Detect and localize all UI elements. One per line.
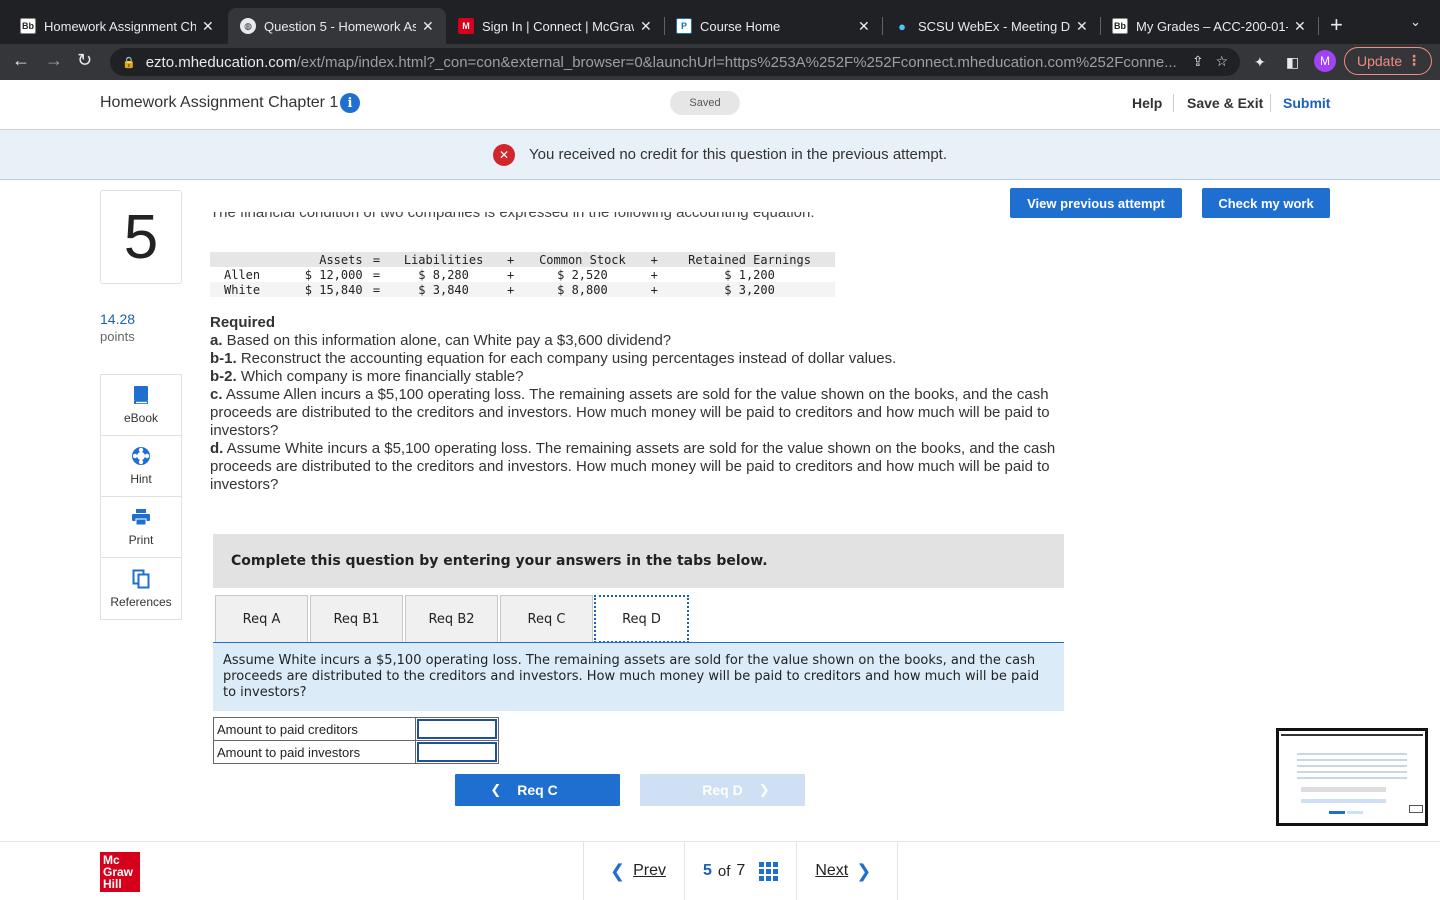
- question-intro-cutoff: The financial condition of two companies…: [210, 212, 815, 221]
- no-credit-banner: ✕ You received no credit for this questi…: [0, 130, 1440, 180]
- references-button[interactable]: References: [101, 558, 181, 619]
- kebab-menu-icon: ⋮: [1407, 52, 1421, 68]
- close-icon[interactable]: ✕: [640, 18, 652, 35]
- chevron-right-icon: ❯: [856, 860, 872, 881]
- table-row: Allen $ 12,000 = $ 8,280 + $ 2,520 + $ 1…: [224, 267, 775, 282]
- browser-tab-active[interactable]: ◍ Question 5 - Homework As ✕: [228, 8, 446, 44]
- print-button[interactable]: Print: [101, 497, 181, 558]
- header-divider: [1173, 94, 1174, 112]
- answer-row-investors: Amount to paid investors: [213, 740, 499, 764]
- browser-tab[interactable]: M Sign In | Connect | McGraw ✕: [446, 8, 664, 44]
- check-my-work-button[interactable]: Check my work: [1202, 188, 1330, 218]
- browser-tab-bar: Bb Homework Assignment Cha ✕ ◍ Question …: [0, 0, 1440, 44]
- browser-tab[interactable]: P Course Home ✕: [664, 8, 882, 44]
- printer-icon: [131, 507, 151, 527]
- tab-req-b2[interactable]: Req B2: [405, 595, 498, 643]
- question-number: 5: [100, 190, 182, 284]
- required-section: Required a. Based on this information al…: [210, 314, 1110, 494]
- mcgraw-hill-logo: Mc Graw Hill: [100, 852, 140, 892]
- browser-tab[interactable]: Bb Homework Assignment Cha ✕: [8, 8, 226, 44]
- tab-divider: [1318, 17, 1319, 35]
- mcgraw-m-icon: M: [458, 18, 474, 34]
- tab-req-d[interactable]: Req D: [594, 595, 689, 643]
- new-tab-icon[interactable]: +: [1330, 12, 1343, 38]
- close-icon[interactable]: ✕: [1076, 18, 1088, 35]
- instruction-box: Complete this question by entering your …: [213, 534, 1064, 588]
- required-heading: Required: [210, 314, 276, 331]
- required-item-b1: b-1. Reconstruct the accounting equation…: [210, 350, 897, 367]
- back-arrow-icon[interactable]: ←: [12, 50, 30, 71]
- browser-tab[interactable]: ● SCSU WebEx - Meeting De ✕: [882, 8, 1100, 44]
- req-d-description: Assume White incurs a $5,100 operating l…: [213, 643, 1064, 711]
- update-button[interactable]: Update ⋮: [1344, 47, 1432, 75]
- creditors-amount-input[interactable]: [417, 719, 497, 739]
- globe-icon: ◍: [240, 18, 256, 34]
- table-header-row: Assets = Liabilities + Common Stock + Re…: [210, 252, 835, 267]
- table-row: White $ 15,840 = $ 3,840 + $ 8,800 + $ 3…: [210, 282, 835, 297]
- error-x-icon: ✕: [492, 143, 515, 166]
- reload-icon[interactable]: ↻: [77, 50, 92, 71]
- saved-status-badge: Saved: [670, 91, 740, 115]
- required-item-c: c. Assume Allen incurs a $5,100 operatin…: [210, 386, 1050, 439]
- book-icon: [132, 385, 150, 405]
- answer-table: Amount to paid creditors Amount to paid …: [213, 717, 499, 764]
- close-icon[interactable]: ✕: [1294, 18, 1306, 35]
- prev-question-button[interactable]: ❮ Prev: [584, 842, 685, 900]
- accounting-equation-table: Assets = Liabilities + Common Stock + Re…: [210, 252, 835, 297]
- webex-icon: ●: [898, 18, 906, 34]
- required-item-d: d. Assume White incurs a $5,100 operatin…: [210, 440, 1056, 493]
- extensions-puzzle-icon[interactable]: ✦: [1254, 54, 1266, 71]
- close-icon[interactable]: ✕: [858, 18, 870, 35]
- browser-tab[interactable]: Bb My Grades – ACC-200-01- ✕: [1100, 8, 1318, 44]
- profile-avatar[interactable]: M: [1314, 50, 1336, 72]
- close-icon[interactable]: ✕: [202, 18, 214, 35]
- header-divider: [1270, 94, 1271, 112]
- required-item-b2: b-2. Which company is more financially s…: [210, 368, 524, 385]
- help-link[interactable]: Help: [1132, 95, 1162, 111]
- grid-icon: [759, 861, 779, 881]
- prev-req-button[interactable]: ❮ Req C ❯: [455, 774, 620, 806]
- pearson-icon: P: [676, 18, 692, 34]
- investors-amount-input[interactable]: [417, 742, 497, 762]
- lock-icon: 🔒: [122, 56, 136, 69]
- save-exit-link[interactable]: Save & Exit: [1187, 95, 1263, 111]
- screen-share-thumbnail[interactable]: [1276, 728, 1428, 826]
- tab-req-a[interactable]: Req A: [215, 595, 308, 643]
- browser-toolbar: ← → ↻ 🔒 ezto.mheducation.com /ext/map/in…: [0, 44, 1440, 80]
- required-item-a: a. Based on this information alone, can …: [210, 332, 672, 349]
- blackboard-icon: Bb: [1112, 18, 1128, 34]
- copy-icon: [132, 569, 150, 589]
- next-req-button[interactable]: ❮ Req D ❯: [640, 774, 805, 806]
- question-pager: ❮ Prev 5 of 7 Next ❯: [583, 842, 899, 900]
- blackboard-icon: Bb: [20, 18, 36, 34]
- close-icon[interactable]: ✕: [422, 18, 434, 35]
- ebook-button[interactable]: eBook: [101, 375, 181, 436]
- address-bar[interactable]: 🔒 ezto.mheducation.com /ext/map/index.ht…: [110, 48, 1240, 76]
- question-position[interactable]: 5 of 7: [685, 842, 798, 900]
- next-question-button[interactable]: Next ❯: [797, 842, 897, 900]
- chevron-right-icon: ❯: [758, 782, 770, 797]
- tab-req-b1[interactable]: Req B1: [310, 595, 403, 643]
- view-previous-attempt-button[interactable]: View previous attempt: [1010, 188, 1182, 218]
- tab-search-chevron-icon[interactable]: ⌄: [1410, 14, 1421, 30]
- side-panel-icon[interactable]: ◧: [1286, 54, 1299, 71]
- lifebuoy-icon: [131, 446, 151, 466]
- share-and-star-icons[interactable]: ⇪ ☆: [1192, 53, 1228, 70]
- chevron-left-icon: ❮: [610, 860, 626, 881]
- chevron-left-icon: ❮: [490, 782, 502, 797]
- forward-arrow-icon[interactable]: →: [45, 50, 63, 71]
- hint-button[interactable]: Hint: [101, 436, 181, 497]
- assignment-header: Homework Assignment Chapter 1 i Saved He…: [0, 80, 1440, 130]
- submit-link[interactable]: Submit: [1283, 95, 1330, 111]
- assignment-title: Homework Assignment Chapter 1: [100, 94, 339, 111]
- info-icon[interactable]: i: [340, 93, 360, 113]
- tools-panel: eBook Hint Print References: [100, 374, 182, 620]
- points-label: points: [100, 329, 135, 344]
- answer-row-creditors: Amount to paid creditors: [213, 717, 499, 741]
- points-value: 14.28: [100, 311, 136, 327]
- tab-req-c[interactable]: Req C: [500, 595, 593, 643]
